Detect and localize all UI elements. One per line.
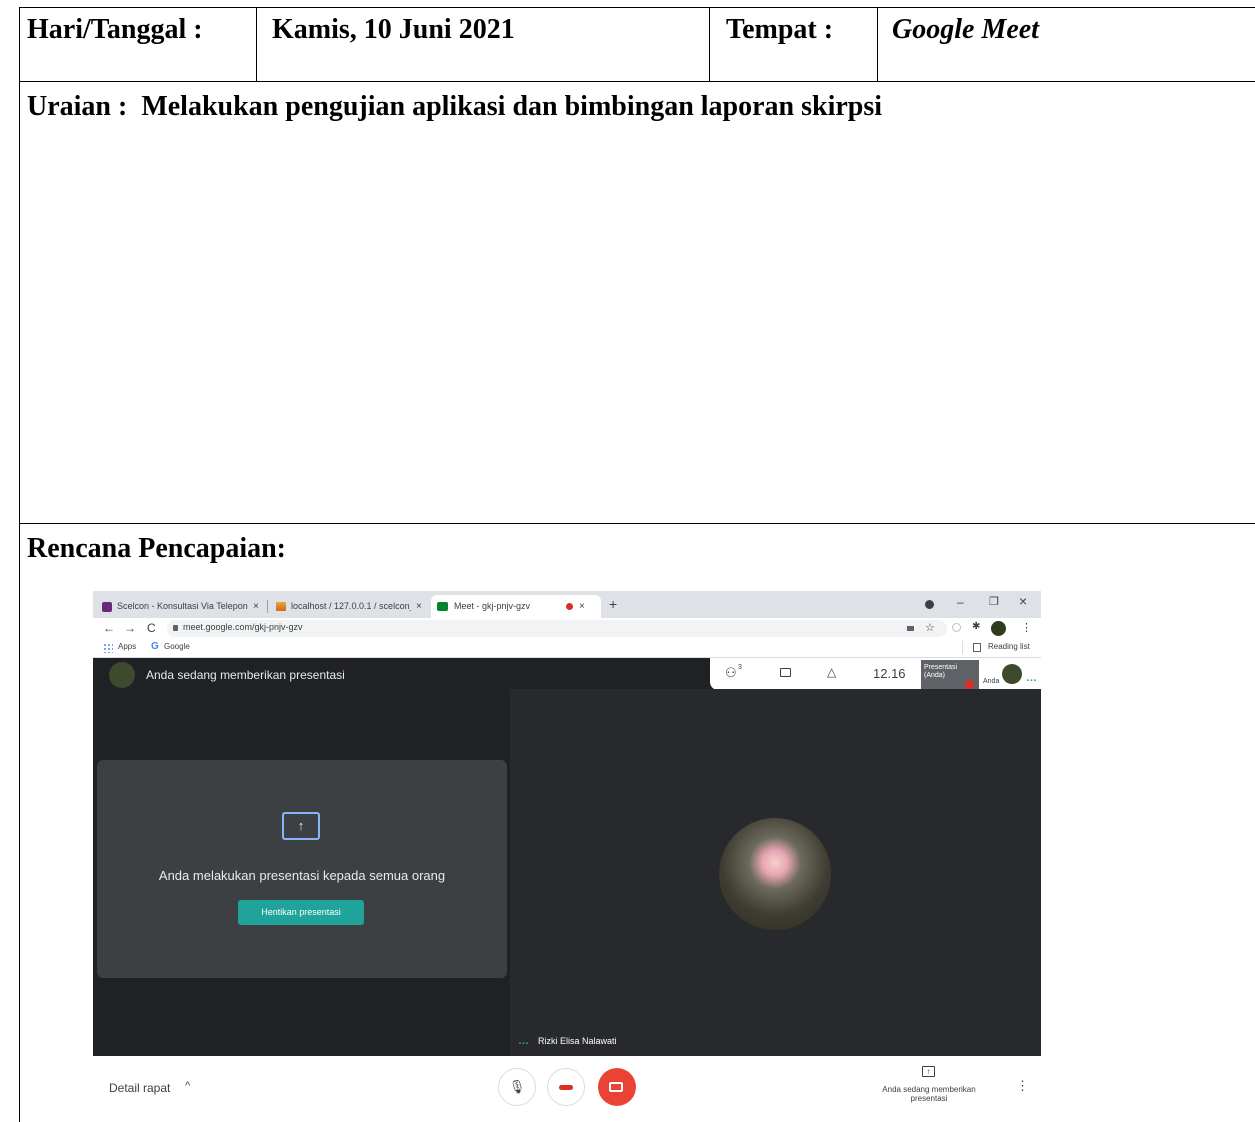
- camera-off-icon: [609, 1082, 623, 1092]
- presenting-banner: Anda sedang memberikan presentasi: [146, 668, 345, 682]
- self-presentation-tile[interactable]: Presentasi (Anda): [921, 660, 979, 690]
- col-divider: [709, 7, 710, 81]
- place-label: Tempat :: [726, 14, 834, 45]
- bookmarks-bar: Apps G Google Reading list: [93, 639, 1041, 658]
- reading-list-button[interactable]: Reading list: [988, 642, 1030, 651]
- meet-stage: Anda sedang memberikan presentasi ⚇ 3 △ …: [93, 658, 1041, 1056]
- recording-dot-icon: [566, 603, 573, 610]
- star-icon[interactable]: ☆: [925, 621, 935, 634]
- close-window-button[interactable]: ×: [1019, 593, 1027, 609]
- people-icon[interactable]: ⚇: [725, 665, 737, 681]
- profile-search-icon[interactable]: [925, 600, 934, 609]
- chevron-up-icon[interactable]: ^: [185, 1080, 190, 1092]
- tab-label: Meet - gkj-pnjv-gzv: [454, 601, 531, 611]
- participants-count: 3: [738, 664, 742, 671]
- browser-tab[interactable]: Scelcon - Konsultasi Via Telepon ×: [99, 595, 267, 618]
- more-options-icon[interactable]: ⋮: [1016, 1078, 1029, 1094]
- browser-tab-active[interactable]: Meet - gkj-pnjv-gzv ×: [431, 595, 601, 618]
- url-text: meet.google.com/gkj-pnjv-gzv: [183, 622, 303, 632]
- rencana-heading: Rencana Pencapaian:: [27, 533, 286, 564]
- date-label: Hari/Tanggal :: [27, 14, 203, 45]
- meet-favicon-icon: [437, 602, 448, 611]
- forward-icon[interactable]: →: [124, 621, 136, 635]
- site-favicon-icon: [102, 602, 112, 612]
- google-bookmark[interactable]: Google: [164, 642, 190, 651]
- user-avatar: [109, 662, 135, 688]
- apps-grid-icon: [103, 643, 113, 653]
- restore-button[interactable]: ❐: [989, 595, 999, 608]
- lock-icon: [173, 625, 178, 631]
- place-value: Google Meet: [892, 14, 1039, 45]
- participant-avatar: [719, 818, 831, 930]
- self-avatar: [1002, 664, 1022, 684]
- reading-list-icon: [973, 643, 981, 652]
- tab-close-icon[interactable]: ×: [579, 595, 585, 618]
- meet-top-controls: ⚇ 3 △ 12.16 Presentasi (Anda) Anda …: [710, 658, 1041, 690]
- microphone-button[interactable]: 🎙: [498, 1068, 536, 1106]
- address-bar-row: ← → C meet.google.com/gkj-pnjv-gzv ☆ ✱ ⋮: [93, 618, 1041, 639]
- uraian-text: Uraian : Melakukan pengujian aplikasi da…: [27, 91, 883, 122]
- camera-off-button[interactable]: [598, 1068, 636, 1106]
- self-name: Anda: [983, 678, 1000, 685]
- meet-bottom-bar: Detail rapat ^ 🎙 ↑ Anda sedang memberika…: [93, 1056, 1041, 1122]
- presentation-card: ↑ Anda melakukan presentasi kepada semua…: [97, 760, 507, 978]
- extension-icon[interactable]: [952, 623, 961, 632]
- microphone-icon: 🎙: [508, 1079, 526, 1094]
- present-screen-icon: ↑: [282, 812, 320, 840]
- row-divider: [19, 81, 1255, 82]
- col-divider: [256, 7, 257, 81]
- google-g-icon: G: [151, 641, 159, 652]
- meet-screenshot: Scelcon - Konsultasi Via Telepon × local…: [93, 591, 1041, 1122]
- meeting-details-button[interactable]: Detail rapat: [109, 1081, 170, 1095]
- profile-avatar[interactable]: [991, 621, 1006, 636]
- tab-label: localhost / 127.0.0.1 / scelcon_sk: [291, 601, 411, 611]
- camera-icon[interactable]: [907, 626, 914, 631]
- presenting-status: Anda sedang memberikan presentasi: [882, 1085, 976, 1103]
- phpmyadmin-icon: [276, 602, 286, 611]
- tab-close-icon[interactable]: ×: [416, 595, 422, 618]
- meeting-clock: 12.16: [873, 666, 906, 681]
- participant-tile: … Rizki Elisa Nalawati: [510, 689, 1041, 1056]
- chat-icon[interactable]: [780, 668, 791, 677]
- hang-up-icon: [559, 1085, 573, 1090]
- tab-separator: [267, 600, 268, 613]
- minimize-button[interactable]: –: [957, 595, 964, 609]
- table-left-border: [19, 7, 20, 1122]
- activities-icon[interactable]: △: [827, 665, 836, 679]
- mic-muted-icon: [965, 680, 974, 689]
- puzzle-icon[interactable]: ✱: [972, 621, 980, 632]
- apps-bookmark[interactable]: Apps: [118, 642, 136, 651]
- url-field[interactable]: meet.google.com/gkj-pnjv-gzv: [167, 620, 947, 637]
- participant-name: Rizki Elisa Nalawati: [538, 1036, 617, 1046]
- browser-tab-bar: Scelcon - Konsultasi Via Telepon × local…: [93, 591, 1041, 618]
- new-tab-button[interactable]: +: [609, 596, 617, 612]
- date-value: Kamis, 10 Juni 2021: [272, 14, 515, 45]
- speaking-indicator-icon: …: [518, 1035, 529, 1047]
- self-tile-label: Presentasi (Anda): [924, 664, 958, 679]
- reload-icon[interactable]: C: [147, 621, 156, 635]
- presentation-message: Anda melakukan presentasi kepada semua o…: [158, 868, 446, 883]
- tab-close-icon[interactable]: ×: [253, 595, 259, 618]
- present-now-icon[interactable]: ↑: [922, 1066, 935, 1077]
- back-icon[interactable]: ←: [103, 621, 115, 635]
- stop-presentation-button[interactable]: Hentikan presentasi: [238, 900, 364, 925]
- divider: [962, 641, 963, 654]
- table-top-border: [19, 7, 1255, 8]
- col-divider: [877, 7, 878, 81]
- leave-call-button[interactable]: [547, 1068, 585, 1106]
- more-icon[interactable]: ⋮: [1021, 621, 1032, 634]
- more-options-icon[interactable]: …: [1026, 672, 1037, 684]
- row-divider: [19, 523, 1255, 524]
- tab-label: Scelcon - Konsultasi Via Telepon: [117, 601, 248, 611]
- browser-tab[interactable]: localhost / 127.0.0.1 / scelcon_sk ×: [273, 595, 429, 618]
